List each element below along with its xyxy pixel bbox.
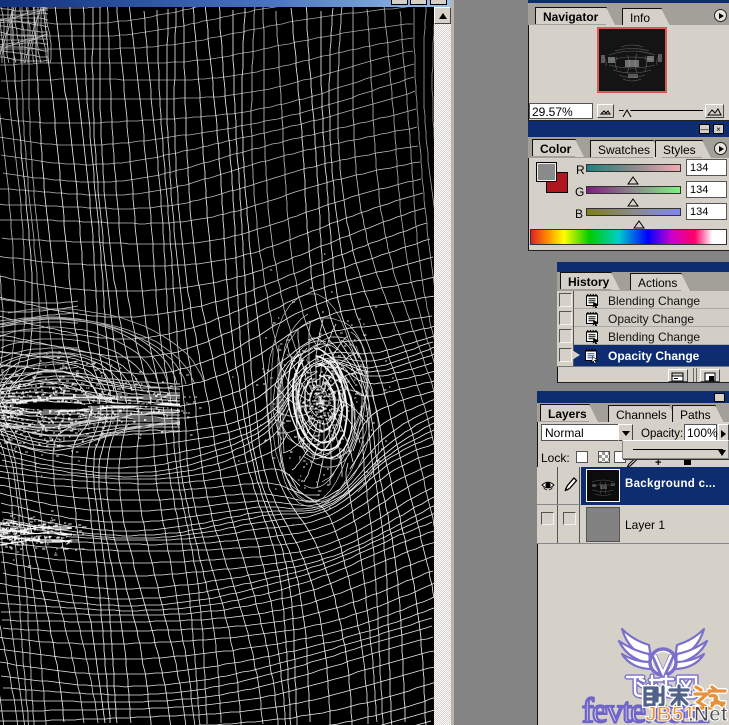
svg-text:.Net: .Net [688, 703, 728, 725]
